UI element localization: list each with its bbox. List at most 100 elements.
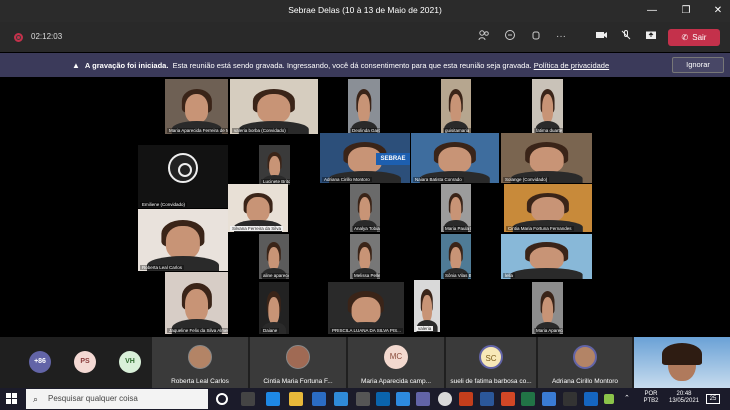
avatar-vh[interactable]: VH <box>119 351 141 373</box>
participant-face <box>257 94 291 123</box>
banner-message: ▲ A gravação foi iniciada. Esta reunião e… <box>72 61 609 70</box>
windows-start-button[interactable] <box>6 393 18 405</box>
phone-icon: ✆ <box>681 33 689 42</box>
video-tile[interactable]: Silvana Ferreira da Silva <box>228 184 288 232</box>
participants-button[interactable] <box>476 29 492 45</box>
video-tile[interactable]: PRISCILA LUANA DA SILVA PIS... <box>328 282 404 334</box>
participant-name: Maria Paula Dias <box>443 226 471 231</box>
video-tile[interactable]: lella <box>501 234 592 279</box>
participant-name: Emiliene (Convidado) <box>140 202 188 207</box>
participant-name: valeria borba (Convidado) <box>232 128 288 133</box>
video-tile[interactable]: Lucinete Brito Vieira <box>259 145 290 185</box>
clock-date: 13/05/2021 <box>668 398 700 404</box>
video-tile[interactable]: valeria <box>414 280 440 332</box>
participant-face <box>184 289 209 322</box>
chrome-icon[interactable] <box>438 392 452 406</box>
notifications-badge[interactable]: 25 <box>706 394 720 404</box>
participant-face <box>531 197 565 223</box>
task-view-icon[interactable] <box>241 392 255 406</box>
video-tile[interactable]: Analya Tobias <box>350 184 380 232</box>
video-tile[interactable]: Sônia Vilas Boas <box>441 234 471 279</box>
more-options-button[interactable]: ··· <box>553 29 569 45</box>
overflow-count[interactable]: +86 <box>29 351 51 373</box>
video-tile[interactable]: fatima duarte <box>532 79 563 134</box>
leave-button[interactable]: ✆ Sair <box>668 29 720 46</box>
tray-chevron-icon[interactable]: ⌃ <box>624 395 630 402</box>
participant-name: Solange (Convidado) <box>503 177 550 182</box>
share-button[interactable] <box>643 29 659 45</box>
video-tile[interactable]: Emiliene (Convidado) <box>138 145 228 208</box>
mic-button[interactable] <box>618 29 634 45</box>
obs-taskbar-icon[interactable] <box>563 392 577 406</box>
minimize-button[interactable]: — <box>642 2 662 20</box>
participant-tile[interactable]: Adriana Cirillo Montoro <box>538 337 632 388</box>
sebrae-logo: SEBRAE <box>376 153 410 165</box>
video-tile[interactable]: Maria Aparecida Ferreira de Mo... <box>165 79 228 134</box>
video-tile[interactable]: Naiara Batista Conrado <box>411 133 499 183</box>
participant-shoulders <box>510 268 583 279</box>
video-tile[interactable]: Deolinda Garcia <box>348 79 380 134</box>
video-tile[interactable]: SEBRAE Adriana Cirillo Montoro <box>320 133 410 183</box>
participant-tile[interactable]: MC Maria Aparecida camp... <box>348 337 444 388</box>
participant-tile[interactable]: SC sueli de fatima barbosa co... <box>446 337 536 388</box>
lang-line2: PTB2 <box>643 398 659 404</box>
mail-icon[interactable] <box>312 392 326 406</box>
participant-tile[interactable]: Cintia Maria Fortuna F... <box>250 337 346 388</box>
participant-tile[interactable]: Roberta Leal Carlos <box>152 337 248 388</box>
video-tile[interactable]: Maria Paula Dias <box>441 184 471 232</box>
close-window-button[interactable]: ✕ <box>708 2 728 20</box>
privacy-link[interactable]: Política de privacidade <box>534 61 609 70</box>
participant-name: Cintia Maria Fortuna Fernandes <box>506 226 574 231</box>
cortana-icon[interactable] <box>216 393 228 405</box>
participant-name: Roberta Leal Carlos <box>140 265 185 270</box>
teams-icon[interactable] <box>416 392 430 406</box>
video-tile[interactable]: Melissa Pellegrinet <box>350 234 380 279</box>
obs-logo-icon <box>168 153 198 183</box>
participant-face <box>246 197 270 223</box>
taskbar-search[interactable]: ⌕ Pesquisar qualquer coisa <box>26 389 208 409</box>
word-icon[interactable] <box>480 392 494 406</box>
avatar <box>573 345 597 369</box>
store-icon[interactable] <box>334 392 348 406</box>
pdf-icon[interactable] <box>459 392 473 406</box>
ignore-button[interactable]: Ignorar <box>672 57 724 73</box>
avatar-ps[interactable]: PS <box>74 351 96 373</box>
leave-label: Sair <box>692 33 707 42</box>
restore-button[interactable]: ❐ <box>676 2 696 20</box>
excel-icon[interactable] <box>521 392 535 406</box>
video-tile[interactable]: valeria borba (Convidado) <box>230 79 318 134</box>
outlook-icon[interactable] <box>376 392 390 406</box>
reactions-button[interactable] <box>528 29 544 45</box>
video-tile[interactable]: Solange (Convidado) <box>501 133 592 183</box>
participant-name: Adriana Cirillo Montoro <box>551 378 619 385</box>
participant-name: Analya Tobias <box>352 226 380 231</box>
edge-icon[interactable] <box>266 392 280 406</box>
settings-icon[interactable] <box>356 392 370 406</box>
language-indicator[interactable]: POR PTB2 <box>640 391 662 405</box>
video-grid: Maria Aparecida Ferreira de Mo... valeria… <box>0 77 730 337</box>
hand-icon <box>532 31 540 40</box>
video-tile[interactable]: Maria Aparecida campilo <box>532 282 563 334</box>
participant-face <box>541 94 554 123</box>
clock[interactable]: 20:48 13/05/2021 <box>666 391 702 405</box>
video-tile[interactable]: Cintia Maria Fortuna Fernandes <box>504 184 592 232</box>
camera-button[interactable] <box>593 29 609 45</box>
security-icon[interactable] <box>604 394 614 404</box>
video-tile[interactable]: Daiane <box>259 282 289 334</box>
participant-face <box>450 197 462 223</box>
video-tile[interactable]: Roberta Leal Carlos <box>138 209 228 271</box>
skype-icon[interactable] <box>396 392 410 406</box>
file-explorer-icon[interactable] <box>289 392 303 406</box>
participant-name: Naiara Batista Conrado <box>413 177 464 182</box>
people-icon <box>478 30 489 41</box>
photos-icon[interactable] <box>542 392 556 406</box>
participant-name: aline aparecida da silva <box>261 273 289 278</box>
calendar-icon[interactable] <box>584 392 598 406</box>
video-tile[interactable]: Jaqueline Felix da Silva Almeida <box>165 272 228 334</box>
chat-button[interactable] <box>502 29 518 45</box>
video-tile[interactable]: guisitamaria <box>441 79 471 134</box>
participant-face <box>268 246 280 270</box>
participant-face <box>438 147 472 173</box>
video-tile[interactable]: aline aparecida da silva <box>259 234 289 279</box>
powerpoint-icon[interactable] <box>501 392 515 406</box>
